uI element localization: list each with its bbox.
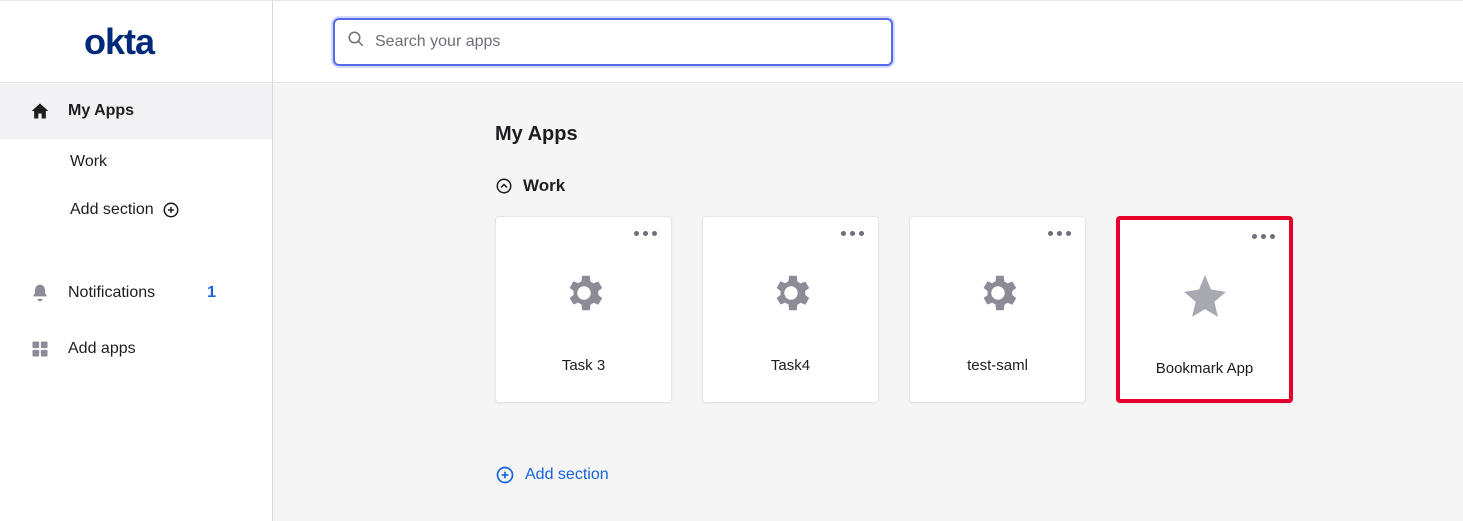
app-card-label: Task 3 [562, 357, 605, 374]
search-field[interactable] [333, 18, 893, 66]
logo-container: okta [0, 1, 272, 83]
section-label: Work [523, 176, 565, 196]
section-header-work[interactable]: Work [495, 176, 1463, 196]
app-card-label: Task4 [771, 357, 810, 374]
sidebar-item-add-apps[interactable]: Add apps [0, 321, 272, 377]
app-card-label: test-saml [967, 357, 1028, 374]
main: My Apps Work Task 3 [273, 1, 1463, 521]
add-section-label: Add section [525, 466, 609, 484]
app-card-menu[interactable] [634, 231, 657, 236]
app-card-menu[interactable] [1252, 234, 1275, 239]
plus-circle-icon [495, 465, 515, 485]
app-card[interactable]: Task4 [702, 216, 879, 403]
app-card-menu[interactable] [841, 231, 864, 236]
sidebar-item-work[interactable]: Work [0, 139, 272, 185]
app-card[interactable]: Bookmark App [1116, 216, 1293, 403]
app-card-label: Bookmark App [1156, 360, 1254, 377]
sidebar-nav: My Apps Work Add section Notifications 1 [0, 83, 272, 377]
search-input[interactable] [375, 33, 879, 51]
sidebar-item-label: Work [70, 153, 107, 170]
page-title: My Apps [495, 123, 1463, 146]
app-card-menu[interactable] [1048, 231, 1071, 236]
home-icon [30, 101, 50, 121]
app-card[interactable]: Task 3 [495, 216, 672, 403]
notifications-badge: 1 [207, 284, 216, 302]
bell-icon [30, 283, 50, 303]
apps-row: Task 3 Task4 test-saml [495, 216, 1463, 403]
sidebar-item-label: My Apps [68, 102, 134, 120]
sidebar-item-notifications[interactable]: Notifications 1 [0, 265, 272, 321]
gear-icon [975, 267, 1021, 319]
grid-icon [30, 339, 50, 359]
search-icon [347, 30, 365, 53]
sidebar-item-label: Add apps [68, 340, 136, 358]
sidebar-item-label: Notifications [68, 284, 155, 302]
add-section-button[interactable]: Add section [495, 465, 1463, 485]
logo: okta [84, 21, 154, 63]
plus-circle-icon [162, 201, 180, 219]
topbar [273, 1, 1463, 83]
app-card[interactable]: test-saml [909, 216, 1086, 403]
sidebar-add-section[interactable]: Add section [0, 185, 272, 235]
content: My Apps Work Task 3 [273, 83, 1463, 485]
sidebar-item-label: Add section [70, 201, 154, 219]
star-icon [1180, 270, 1230, 322]
sidebar-item-my-apps[interactable]: My Apps [0, 83, 272, 139]
gear-icon [768, 267, 814, 319]
gear-icon [561, 267, 607, 319]
chevron-up-icon [495, 177, 513, 195]
sidebar: okta My Apps Work Add section [0, 1, 273, 521]
